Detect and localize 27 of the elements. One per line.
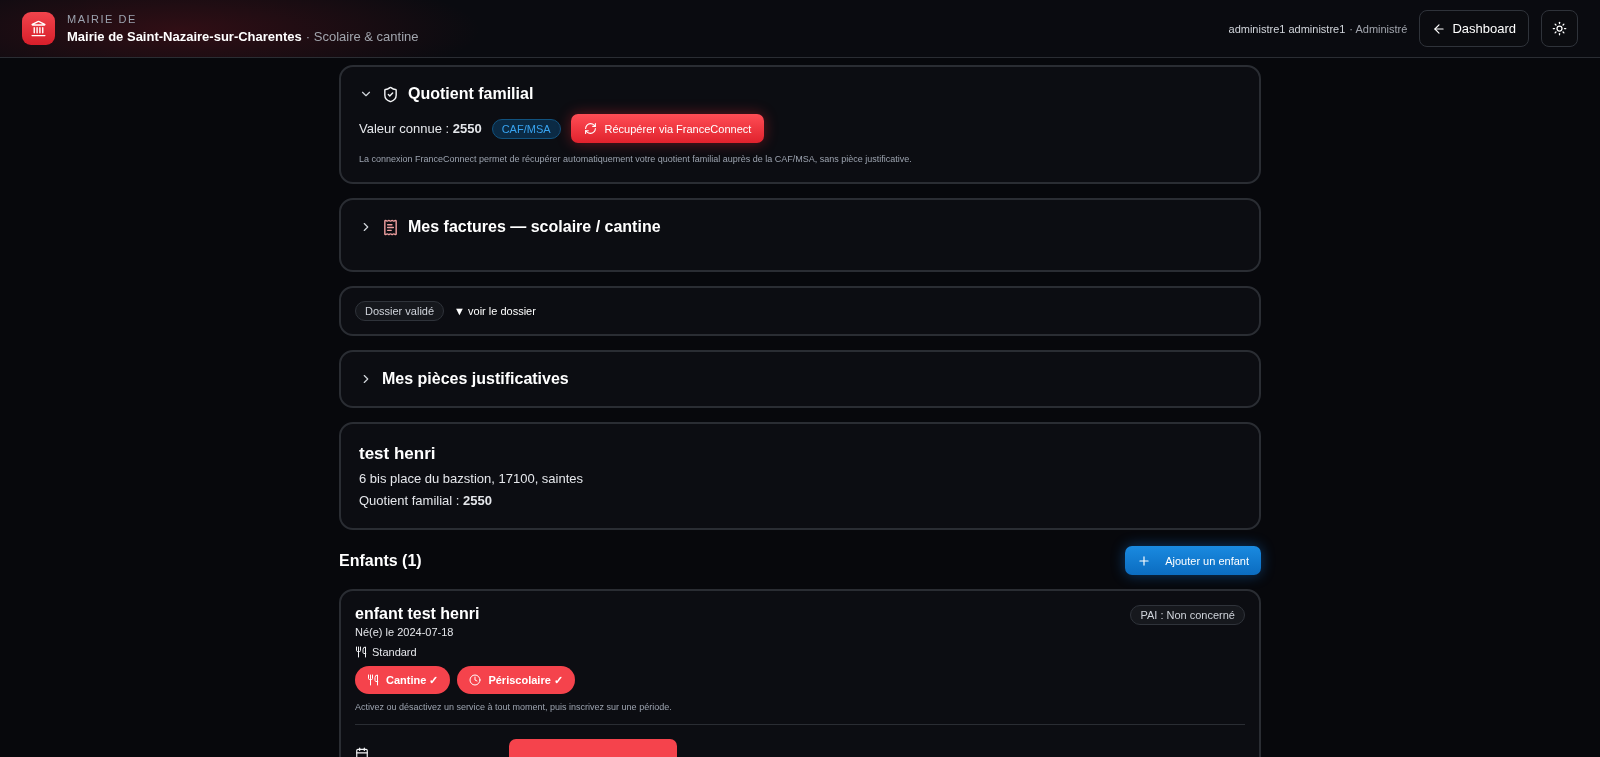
child-name: enfant test henri	[355, 605, 480, 623]
user-role: · Administré	[1349, 22, 1408, 35]
franceconnect-button[interactable]: Récupérer via FranceConnect	[570, 114, 765, 143]
section-name: · Scolaire & cantine	[305, 29, 419, 44]
value-label: Valeur connue : 2550	[359, 121, 482, 136]
view-dossier-link[interactable]: ▼ voir le dossier	[454, 305, 536, 317]
dashboard-button[interactable]: Dashboard	[1419, 10, 1529, 47]
family-quotient: Quotient familial : 2550	[359, 493, 493, 508]
diet-label: Standard	[372, 646, 417, 658]
add-child-button[interactable]: Ajouter un enfant	[1125, 546, 1261, 575]
source-badge: CAF/MSA	[491, 118, 561, 139]
service-toggle[interactable]: Périscolaire ✓	[457, 666, 575, 694]
service-toggle[interactable]: Cantine ✓	[355, 666, 451, 694]
birth-date: Né(e) le 2024-07-18	[355, 626, 455, 638]
section-title: Mes factures — scolaire / cantine	[408, 218, 661, 236]
family-name: test henri	[359, 444, 437, 464]
municipality-name: Mairie de Saint-Nazaire-sur-Charentes	[67, 29, 302, 44]
section-title: Quotient familial	[408, 85, 534, 103]
section-title: Mes pièces justificatives	[382, 370, 569, 388]
info-note: La connexion FranceConnect permet de récupérer automatiquement votre quotient familial auprès de la CAF/MSA, sans pièce justificative.	[359, 154, 913, 164]
overline-label: MAIRIE DE	[67, 13, 138, 25]
status-badge: Dossier validé	[355, 301, 445, 321]
family-address: 6 bis place du bazstion, 17100, saintes	[359, 471, 585, 486]
children-heading: Enfants (1)	[339, 551, 422, 570]
user-name: administre1 administre1	[1228, 22, 1346, 35]
pai-badge: PAI : Non concerné	[1130, 605, 1245, 625]
service-hint: Activez ou désactivez un service à tout moment, puis inscrivez sur une période.	[355, 702, 673, 712]
